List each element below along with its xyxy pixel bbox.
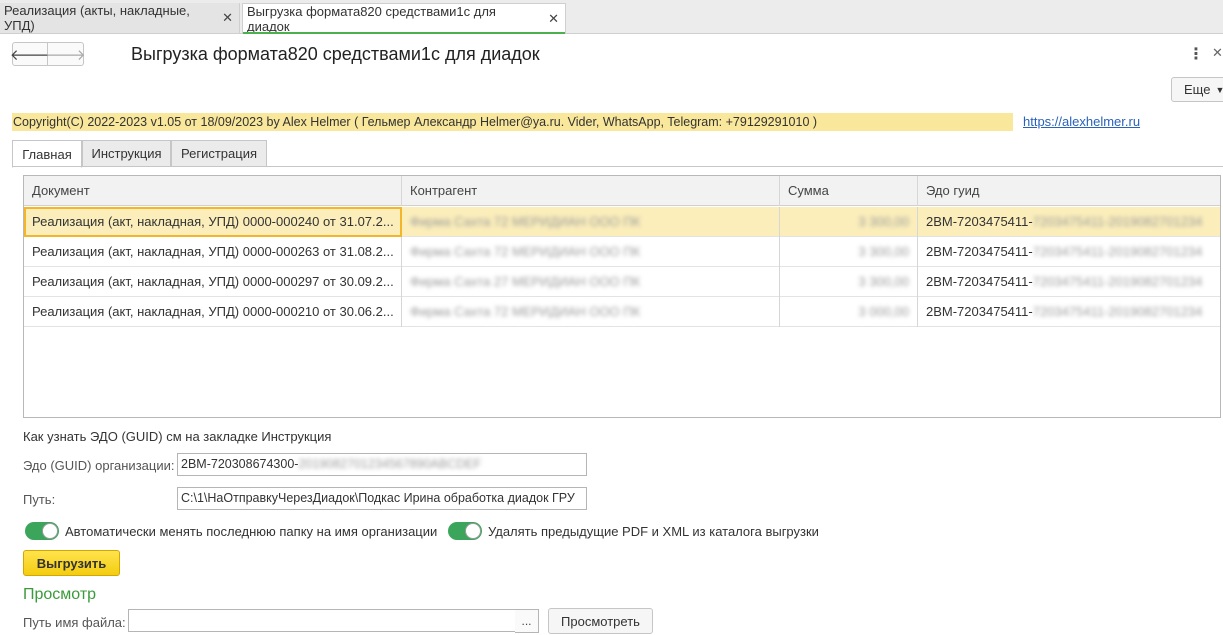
toggle-knob — [465, 523, 481, 539]
close-icon[interactable]: ✕ — [222, 10, 233, 26]
tab-main-label: Главная — [22, 146, 72, 162]
tab-realization-label: Реализация (акты, накладные, УПД) — [4, 3, 190, 33]
cell-edo-text: 2ВМ-7203475411- — [926, 304, 1033, 319]
cell-document: Реализация (акт, накладная, УПД) 0000-00… — [24, 207, 402, 237]
table-row[interactable]: Реализация (акт, накладная, УПД) 0000-00… — [24, 267, 1220, 297]
file-path-input[interactable] — [128, 609, 516, 632]
edo-field[interactable]: 2ВМ-720308674300-2019082701234567890ABCD… — [177, 453, 587, 476]
toggle-knob — [42, 523, 58, 539]
arrow-left-icon: 🡐 — [9, 46, 51, 64]
more-button[interactable]: Еще ▼ — [1171, 77, 1223, 102]
tab-export-label: Выгрузка формата820 средствами1с для диа… — [247, 4, 496, 34]
cell-edo-text: 2ВМ-7203475411- — [926, 274, 1033, 289]
cell-counterparty-text: Фирма Сахта 27 МЕРИДИАН ООО ПК — [410, 274, 641, 289]
cell-edo: 2ВМ-7203475411-7203475411-2019082701234 — [918, 267, 1220, 297]
path-label: Путь: — [23, 492, 56, 507]
tab-main[interactable]: Главная — [12, 140, 82, 168]
cell-counterparty-text: Фирма Сахта 72 МЕРИДИАН ООО ПК — [410, 214, 641, 229]
page-title: Выгрузка формата820 средствами1с для диа… — [131, 44, 540, 64]
column-header[interactable]: Эдо гуид — [918, 176, 1220, 206]
cell-sum: 3 000,00 — [780, 297, 918, 327]
tab-instruction[interactable]: Инструкция — [82, 140, 171, 167]
table-row[interactable]: Реализация (акт, накладная, УПД) 0000-00… — [24, 237, 1220, 267]
edo-label: Эдо (GUID) организации: — [23, 458, 175, 473]
cell-edo-hidden: 7203475411-2019082701234 — [1032, 274, 1203, 289]
tab-realization[interactable]: Реализация (акты, накладные, УПД) ✕ — [0, 3, 240, 33]
back-button[interactable]: 🡐 — [9, 42, 51, 66]
cell-edo: 2ВМ-7203475411-7203475411-2019082701234 — [918, 237, 1220, 267]
delete-previous-toggle[interactable] — [448, 522, 482, 540]
file-path-label: Путь имя файла: — [23, 615, 126, 630]
cell-sum-text: 3 300,00 — [858, 274, 909, 289]
column-header[interactable]: Контрагент — [402, 176, 780, 206]
select-file-button[interactable]: ... — [515, 609, 539, 633]
cell-sum: 3 300,00 — [780, 207, 918, 237]
documents-table[interactable]: Документ Контрагент Сумма Эдо гуид Реали… — [23, 175, 1221, 418]
cell-edo-hidden: 7203475411-2019082701234 — [1032, 244, 1203, 259]
arrow-right-icon: 🡒 — [45, 46, 86, 64]
delete-previous-label: Удалять предыдущие PDF и XML из каталога… — [488, 524, 819, 539]
cell-edo-text: 2ВМ-7203475411- — [926, 214, 1033, 229]
tab-registration[interactable]: Регистрация — [171, 140, 267, 167]
cell-counterparty-text: Фирма Сахта 72 МЕРИДИАН ООО ПК — [410, 244, 641, 259]
tab-divider — [12, 166, 1223, 167]
more-button-label: Еще — [1184, 82, 1211, 97]
forward-button[interactable]: 🡒 — [45, 42, 86, 66]
cell-document: Реализация (акт, накладная, УПД) 0000-00… — [24, 237, 402, 267]
upload-button[interactable]: Выгрузить — [23, 550, 120, 576]
kebab-menu-icon[interactable]: ⋮ — [1188, 44, 1204, 64]
table-row[interactable]: Реализация (акт, накладная, УПД) 0000-00… — [24, 297, 1220, 327]
window-tab-bar: Реализация (акты, накладные, УПД) ✕ Выгр… — [0, 0, 1223, 34]
cell-sum: 3 300,00 — [780, 237, 918, 267]
column-header[interactable]: Сумма — [780, 176, 918, 206]
cell-document: Реализация (акт, накладная, УПД) 0000-00… — [24, 297, 402, 327]
cell-counterparty: Фирма Сахта 72 МЕРИДИАН ООО ПК — [402, 207, 780, 237]
edo-field-hidden: 2019082701234567890ABCDEF — [298, 457, 482, 471]
tab-registration-label: Регистрация — [181, 146, 257, 161]
auto-folder-toggle[interactable] — [25, 522, 59, 540]
column-header[interactable]: Документ — [24, 176, 402, 206]
edo-field-value: 2ВМ-720308674300- — [181, 457, 299, 471]
cell-edo: 2ВМ-7203475411-7203475411-2019082701234 — [918, 207, 1220, 237]
cell-edo-hidden: 7203475411-2019082701234 — [1032, 214, 1203, 229]
view-button[interactable]: Просмотреть — [548, 608, 653, 634]
cell-edo: 2ВМ-7203475411-7203475411-2019082701234 — [918, 297, 1220, 327]
caret-down-icon: ▼ — [1215, 84, 1223, 95]
cell-edo-text: 2ВМ-7203475411- — [926, 244, 1033, 259]
cell-counterparty-text: Фирма Сахта 72 МЕРИДИАН ООО ПК — [410, 304, 641, 319]
preview-title: Просмотр — [23, 586, 97, 603]
close-icon[interactable]: ✕ — [1212, 45, 1223, 61]
copyright-banner: Copyright(C) 2022-2023 v1.05 от 18/09/20… — [12, 113, 1013, 131]
cell-sum-text: 3 300,00 — [858, 244, 909, 259]
instruction-hint: Как узнать ЭДО (GUID) см на закладке Инс… — [23, 429, 332, 444]
table-header: Документ Контрагент Сумма Эдо гуид — [24, 176, 1220, 206]
cell-sum-text: 3 000,00 — [858, 304, 909, 319]
site-link[interactable]: https://alexhelmer.ru — [1023, 114, 1140, 129]
cell-counterparty: Фирма Сахта 72 МЕРИДИАН ООО ПК — [402, 297, 780, 327]
cell-document: Реализация (акт, накладная, УПД) 0000-00… — [24, 267, 402, 297]
tab-export[interactable]: Выгрузка формата820 средствами1с для диа… — [242, 3, 566, 34]
tab-instruction-label: Инструкция — [91, 146, 162, 161]
cell-edo-hidden: 7203475411-2019082701234 — [1032, 304, 1203, 319]
cell-counterparty: Фирма Сахта 72 МЕРИДИАН ООО ПК — [402, 237, 780, 267]
path-field[interactable]: C:\1\НаОтправкуЧерезДиадок\Подкас Ирина … — [177, 487, 587, 510]
auto-folder-label: Автоматически менять последнюю папку на … — [65, 524, 438, 539]
close-icon[interactable]: ✕ — [548, 11, 559, 27]
table-row[interactable]: Реализация (акт, накладная, УПД) 0000-00… — [24, 207, 1220, 237]
cell-counterparty: Фирма Сахта 27 МЕРИДИАН ООО ПК — [402, 267, 780, 297]
cell-sum: 3 300,00 — [780, 267, 918, 297]
cell-sum-text: 3 300,00 — [858, 214, 909, 229]
